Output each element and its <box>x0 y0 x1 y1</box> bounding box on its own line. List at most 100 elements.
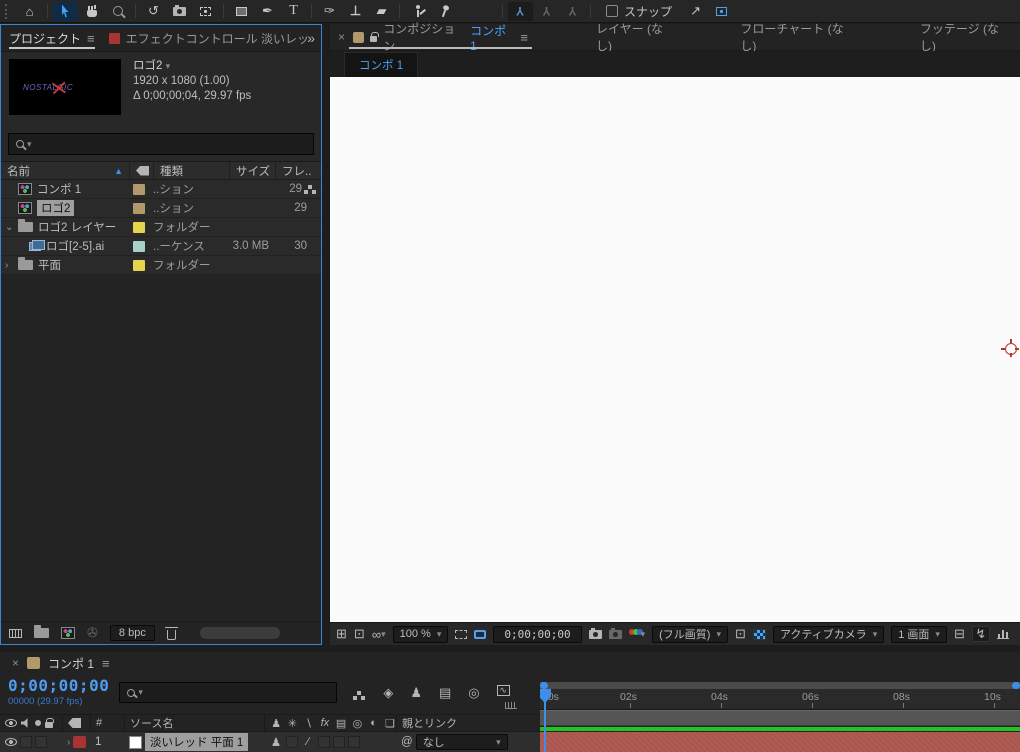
snapshot-icon[interactable] <box>588 627 602 639</box>
trash-icon[interactable] <box>164 626 178 640</box>
current-time-block[interactable]: 0;00;00;00 00000 (29.97 fps) <box>8 676 109 707</box>
layer-solo-toggle[interactable] <box>35 736 47 748</box>
pixel-aspect-correction-icon[interactable]: ⊟ <box>954 626 965 642</box>
world-axis-mode-icon[interactable]: Y <box>534 2 559 21</box>
table-row[interactable]: ロゴ2 ..ション 29 <box>1 199 321 218</box>
panel-menu-icon[interactable]: ≡ <box>87 31 95 46</box>
layer-frame-blend-toggle[interactable] <box>333 736 345 748</box>
snap-checkbox[interactable] <box>606 5 618 17</box>
label-chip[interactable] <box>133 240 145 252</box>
view-layout-select[interactable]: 1 画面 ▾ <box>891 625 947 643</box>
type-tool-icon[interactable]: T <box>281 2 306 21</box>
clone-stamp-tool-icon[interactable]: ⊥ <box>343 2 368 21</box>
panel-menu-icon[interactable]: ≡ <box>520 30 528 45</box>
resolution-select[interactable]: (フル画質) ▾ <box>652 625 728 643</box>
adjustments-icon[interactable]: ✇ <box>87 625 98 641</box>
item-thumbnail[interactable]: NOSTALGIC <box>9 59 121 115</box>
tab-flowchart[interactable]: フローチャート (なし) <box>740 20 856 54</box>
pen-tool-icon[interactable]: ✒ <box>255 2 280 21</box>
table-row[interactable]: ロゴ[2-5].ai ..ーケンス 3.0 MB 30 <box>1 237 321 256</box>
extract-workarea-icon[interactable] <box>709 2 734 21</box>
zoom-tool-icon[interactable] <box>105 2 130 21</box>
navigator-start-handle[interactable] <box>540 682 548 689</box>
composition-mini-flowchart-icon[interactable] <box>353 691 362 700</box>
layer-collapse-toggle[interactable] <box>286 736 298 748</box>
layer-quality-toggle[interactable]: ∕ <box>301 736 315 748</box>
close-icon[interactable]: × <box>338 30 345 44</box>
eraser-tool-icon[interactable]: ▰ <box>369 2 394 21</box>
tab-layer[interactable]: レイヤー (なし) <box>596 20 676 54</box>
layer-row[interactable]: › 1 淡いレッド 平面 1 ♟ ∕ @ なし ▾ <box>0 732 540 752</box>
label-chip[interactable] <box>133 183 145 195</box>
layer-duration-bar[interactable] <box>540 732 1020 752</box>
project-search-input[interactable]: ▾ <box>8 133 314 155</box>
column-header-name[interactable]: 名前 ▲ <box>1 162 129 179</box>
label-chip[interactable] <box>133 221 145 233</box>
channels-icon[interactable]: ▾ <box>628 628 645 640</box>
table-row[interactable]: ⌄ ロゴ2 レイヤー フォルダー <box>1 218 321 237</box>
column-header-label[interactable] <box>129 162 153 179</box>
rectangle-tool-icon[interactable] <box>229 2 254 21</box>
composition-minitab[interactable]: コンポ 1 <box>344 52 419 77</box>
target-region-icon[interactable]: ⊡ <box>735 626 746 642</box>
tab-project[interactable]: プロジェクト ≡ <box>9 25 95 51</box>
transparency-grid-icon[interactable] <box>752 628 766 640</box>
color-depth-button[interactable]: 8 bpc <box>109 625 155 641</box>
layer-color-swatch[interactable] <box>129 735 142 749</box>
source-name-column-header[interactable]: ソース名 <box>124 715 264 731</box>
layer-label-chip[interactable] <box>73 736 87 748</box>
label-chip[interactable] <box>133 259 145 271</box>
new-composition-button[interactable] <box>61 627 75 639</box>
magnification-select[interactable]: 100 % ▾ <box>392 625 449 643</box>
interpret-footage-icon[interactable] <box>9 628 22 638</box>
layer-name[interactable]: 淡いレッド 平面 1 <box>145 733 249 751</box>
layer-audio-toggle[interactable] <box>20 736 32 748</box>
graph-editor-icon[interactable]: ∿ <box>496 685 510 696</box>
pan-behind-tool-icon[interactable] <box>193 2 218 21</box>
horizontal-scrollbar[interactable] <box>199 627 280 639</box>
timeline-search-input[interactable]: ▾ <box>119 682 338 703</box>
comp-marker-bin-icon[interactable] <box>505 702 517 709</box>
time-ruler[interactable]: 00s 02s 04s 06s 08s 10s <box>540 689 1020 710</box>
view-axis-mode-icon[interactable]: Y <box>560 2 585 21</box>
motion-blur-icon[interactable]: ◎ <box>468 685 479 701</box>
frame-blending-icon[interactable]: ▤ <box>439 685 451 701</box>
layer-video-toggle[interactable] <box>5 738 17 746</box>
selection-tool-icon[interactable] <box>53 1 78 21</box>
panel-menu-icon[interactable]: ≡ <box>102 656 110 671</box>
label-chip[interactable] <box>133 202 145 214</box>
home-icon[interactable]: ⌂ <box>17 2 42 21</box>
time-navigator-bar[interactable] <box>540 682 1020 689</box>
layer-fx-toggle[interactable] <box>318 736 330 748</box>
mask-visibility-icon[interactable] <box>474 629 487 639</box>
fast-previews-icon[interactable]: ↯ <box>971 626 990 642</box>
layer-expand-chevron-icon[interactable]: › <box>67 737 70 748</box>
tab-effect-controls[interactable]: エフェクトコントロール 淡いレッ <box>108 25 309 51</box>
timeline-tab-label[interactable]: コンポ 1 <box>48 655 94 672</box>
work-area-bar[interactable] <box>540 710 1020 726</box>
hide-shy-layers-icon[interactable]: ♟ <box>410 685 422 701</box>
layer-shy-toggle[interactable]: ♟ <box>269 735 283 749</box>
item-name-chevron-icon[interactable]: ▾ <box>166 61 171 71</box>
multi-view-icon[interactable]: ⊞ <box>336 626 347 642</box>
current-timecode[interactable]: 0;00;00;00 <box>8 676 109 695</box>
navigator-end-handle[interactable] <box>1012 682 1020 689</box>
lock-icon[interactable] <box>369 32 379 42</box>
local-axis-mode-icon[interactable]: Y <box>508 1 533 21</box>
column-header-frame[interactable]: フレ.. <box>275 162 321 179</box>
search-options-chevron-icon[interactable]: ▾ <box>27 139 32 150</box>
expand-chevron-icon[interactable]: › <box>5 260 13 271</box>
table-row[interactable]: コンポ 1 ..ション 29 <box>1 180 321 199</box>
region-of-interest-icon[interactable] <box>455 629 468 639</box>
tab-overflow-icon[interactable]: » <box>307 30 315 46</box>
new-folder-button[interactable] <box>34 625 49 638</box>
roto-brush-tool-icon[interactable] <box>405 2 430 21</box>
show-snapshot-icon[interactable] <box>608 627 622 639</box>
column-header-size[interactable]: サイズ <box>229 162 275 179</box>
close-icon[interactable]: × <box>12 656 19 670</box>
pickwhip-icon[interactable]: @ <box>401 736 413 748</box>
preview-timecode[interactable]: 0;00;00;00 <box>493 625 582 643</box>
histogram-icon[interactable] <box>996 629 1009 639</box>
search-options-chevron-icon[interactable]: ▾ <box>138 687 143 698</box>
tab-composition[interactable]: コンポジション コンポ 1 ≡ <box>349 22 532 53</box>
